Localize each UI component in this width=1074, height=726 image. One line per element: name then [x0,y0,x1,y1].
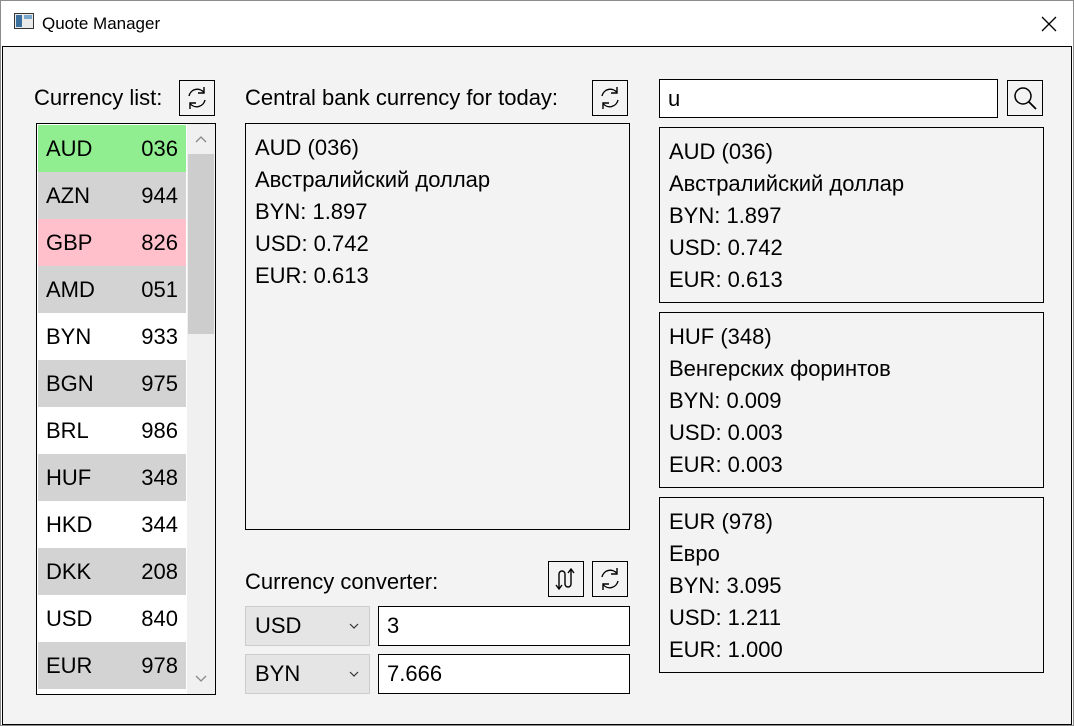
currency-list[interactable]: EUR 978 USD 840 DKK 208 HKD 344 HUF 348 BRL 986 BGN 9… [36,123,216,695]
converter-label: Currency converter: [245,569,439,594]
result-code: AUD (036) [669,139,773,164]
search-input[interactable]: u [659,79,998,118]
currency-list-refresh-button[interactable] [179,80,215,116]
currency-code: BYN [46,323,92,349]
central-bank-refresh-button[interactable] [592,80,628,116]
central-bank-label: Central bank currency for today: [245,85,559,110]
currency-list-item[interactable]: USD 840 [38,595,186,642]
currency-numeric-code: 933 [141,323,178,349]
converter-refresh-button[interactable] [592,561,628,597]
currency-numeric-code: 944 [141,182,178,208]
currency-numeric-code: 208 [141,558,178,584]
central-bank-byn: BYN: 1.897 [255,199,368,224]
search-result-card: AUD (036) Австралийский доллар BYN: 1.89… [659,127,1044,303]
currency-numeric-code: 978 [141,652,178,678]
currency-code: GBP [46,229,93,255]
currency-numeric-code: 348 [141,464,178,490]
currency-list-scrollbar[interactable] [187,124,215,694]
swap-icon [555,567,575,591]
result-usd: USD: 1.211 [669,605,782,630]
to-amount-value: 7.666 [387,661,443,686]
currency-code: EUR [46,652,93,678]
result-name: Австралийский доллар [669,171,905,196]
result-name: Венгерских форинтов [669,356,891,381]
currency-code: AZN [46,182,90,208]
currency-list-item[interactable]: DKK 208 [38,548,186,595]
client-area: Currency list: EUR 978 USD 840 DKK 208 HKD 344 H… [2,46,1072,725]
currency-list-item[interactable]: BRL 986 [38,407,186,454]
from-currency-value: USD [255,613,302,638]
currency-code: DKK [46,558,92,584]
search-result-card: EUR (978) Евро BYN: 3.095 USD: 1.211 EUR… [659,497,1044,673]
currency-code: AMD [46,276,95,302]
currency-code: HUF [46,464,92,490]
currency-list-item[interactable]: HUF 348 [38,454,186,501]
search-button[interactable] [1007,80,1043,116]
currency-list-item[interactable]: EUR 978 [38,642,186,689]
central-bank-name: Австралийский доллар [255,167,491,192]
search-input-value: u [668,85,681,111]
currency-list-item[interactable]: HKD 344 [38,501,186,548]
currency-list-item[interactable]: AMD 051 [38,266,186,313]
central-bank-code: AUD (036) [255,135,359,160]
from-currency-select[interactable]: USD [245,606,370,646]
result-name: Евро [669,541,720,566]
window-title: Quote Manager [42,14,161,33]
refresh-icon [601,87,619,109]
result-byn: BYN: 1.897 [669,203,782,228]
currency-numeric-code: 036 [141,135,178,161]
central-bank-eur: EUR: 0.613 [255,263,369,288]
swap-currencies-button[interactable] [548,561,584,597]
currency-numeric-code: 344 [141,511,178,537]
currency-numeric-code: 051 [141,276,178,302]
close-button[interactable] [1025,1,1073,46]
currency-numeric-code: 975 [141,370,178,396]
result-byn: BYN: 3.095 [669,573,782,598]
currency-list-item[interactable]: AUD 036 [38,125,186,172]
currency-code: BRL [46,417,89,443]
currency-list-item[interactable]: GBP 826 [38,219,186,266]
scroll-up-button[interactable] [187,126,215,152]
to-amount-field[interactable]: 7.666 [378,654,630,694]
refresh-icon [188,87,206,109]
currency-numeric-code: 986 [141,417,178,443]
currency-list-item[interactable]: AZN 944 [38,172,186,219]
result-byn: BYN: 0.009 [669,388,782,413]
currency-list-item[interactable]: BGN 975 [38,360,186,407]
from-amount-value: 3 [387,613,400,638]
currency-numeric-code: 826 [141,229,178,255]
result-code: HUF (348) [669,324,772,349]
result-usd: USD: 0.003 [669,420,783,445]
central-bank-usd: USD: 0.742 [255,231,369,256]
close-icon [1041,16,1057,31]
result-eur: EUR: 0.003 [669,452,783,477]
currency-code: AUD [46,135,93,161]
search-result-card: HUF (348) Венгерских форинтов BYN: 0.009… [659,312,1044,488]
chevron-down-icon [195,675,207,682]
refresh-icon [601,568,619,590]
currency-code: BGN [46,370,94,396]
scroll-down-button[interactable] [187,666,215,692]
quote-manager-window: Quote Manager Currency list: EUR 978 USD 84… [0,0,1074,726]
currency-numeric-code: 840 [141,605,178,631]
scroll-thumb[interactable] [188,154,214,334]
title-bar: Quote Manager [1,1,1073,46]
chevron-up-icon [195,136,207,143]
chevron-down-icon [349,671,359,677]
currency-list-label: Currency list: [34,85,163,110]
app-icon [14,13,34,29]
to-currency-select[interactable]: BYN [245,654,370,694]
from-amount-field[interactable]: 3 [378,606,630,646]
result-code: EUR (978) [669,509,773,534]
search-icon [1014,87,1037,110]
result-eur: EUR: 1.000 [669,637,783,662]
currency-code: USD [46,605,93,631]
result-eur: EUR: 0.613 [669,267,783,292]
central-bank-panel: AUD (036) Австралийский доллар BYN: 1.89… [245,123,630,530]
chevron-down-icon [349,623,359,629]
currency-code: HKD [46,511,93,537]
currency-list-item[interactable]: BYN 933 [38,313,186,360]
to-currency-value: BYN [255,661,301,686]
result-usd: USD: 0.742 [669,235,783,260]
